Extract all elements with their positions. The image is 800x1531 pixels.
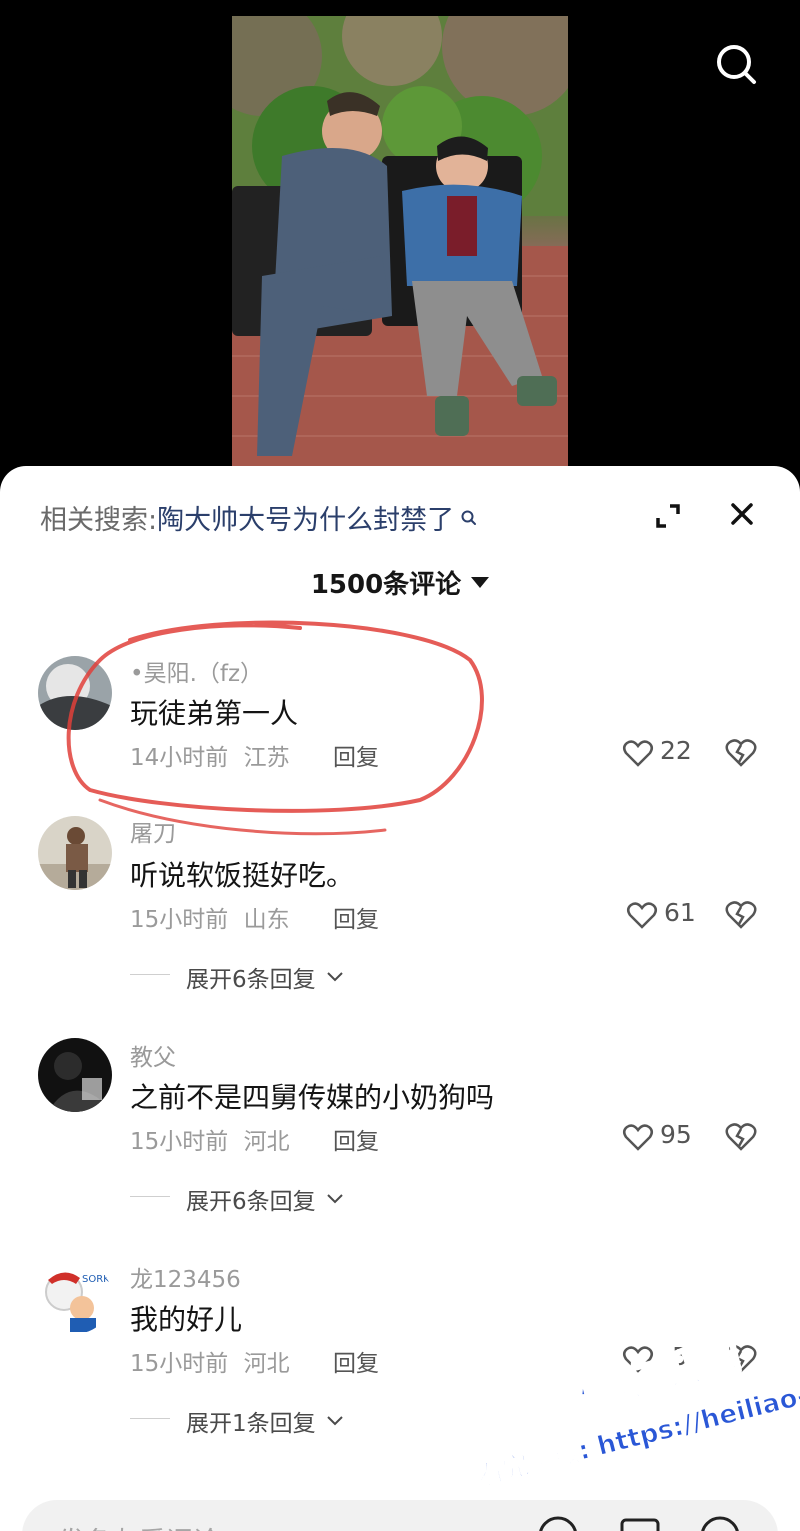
video-player[interactable] [0, 0, 800, 480]
video-frame[interactable] [232, 16, 568, 468]
comment-username[interactable]: 龙123456 [130, 1260, 241, 1294]
expand-replies-label: 展开6条回复 [186, 1189, 316, 1215]
comment-time: 14小时前 [130, 745, 229, 771]
comment-time: 15小时前 [130, 1351, 229, 1377]
comment-region: 河北 [243, 1129, 290, 1155]
comment-region: 山东 [243, 907, 290, 933]
comment-meta: 14小时前 江苏 [130, 738, 290, 772]
comment-item: 屠刀 听说软饭挺好吃。 15小时前 山东 回复 61 展开6条回复 [0, 812, 800, 1002]
avatar[interactable] [38, 1038, 112, 1112]
like-count: 95 [660, 1120, 692, 1149]
reply-button[interactable]: 回复 [333, 1344, 379, 1378]
expand-replies-button[interactable]: 展开6条回复 [186, 1182, 344, 1216]
expand-icon [656, 504, 680, 528]
avatar-image [38, 656, 112, 730]
broken-heart-icon[interactable] [724, 898, 758, 930]
avatar[interactable]: SORK [38, 1260, 112, 1334]
search-button[interactable] [712, 40, 760, 88]
emoji-icon[interactable] [698, 1514, 742, 1531]
heart-icon[interactable] [622, 738, 654, 768]
broken-heart-icon[interactable] [724, 1120, 758, 1152]
comment-text: 之前不是四舅传媒的小奶狗吗 [130, 1081, 495, 1114]
related-search-link[interactable]: 陶大帅大号为什么封禁了 [157, 498, 454, 537]
avatar-image: SORK [38, 1260, 112, 1334]
comment-region: 江苏 [243, 745, 290, 771]
like-count: 22 [660, 736, 692, 765]
comment-count-dropdown[interactable]: 1500条评论 [0, 564, 800, 601]
comment-time: 15小时前 [130, 907, 229, 933]
expand-replies-button[interactable]: 展开6条回复 [186, 960, 344, 994]
comment-username[interactable]: •昊阳.（fz） [130, 654, 263, 688]
chevron-down-icon [326, 972, 343, 982]
fullscreen-button[interactable] [652, 500, 684, 532]
divider [130, 1196, 170, 1197]
avatar-image [38, 1038, 112, 1112]
comment-username[interactable]: 教父 [130, 1038, 176, 1072]
reply-button[interactable]: 回复 [333, 1122, 379, 1156]
heart-icon[interactable] [622, 1122, 654, 1152]
expand-replies-label: 展开6条回复 [186, 967, 316, 993]
comment-meta: 15小时前 河北 [130, 1344, 290, 1378]
small-search-icon [461, 510, 477, 525]
comment-meta: 15小时前 山东 [130, 900, 290, 934]
caret-down-icon [471, 577, 490, 588]
video-still-image [232, 16, 568, 468]
comment-time: 15小时前 [130, 1129, 229, 1155]
broken-heart-icon[interactable] [724, 736, 758, 768]
comment-input-placeholder[interactable]: 发条友爱评论 [58, 1520, 220, 1531]
divider [130, 974, 170, 975]
mention-icon[interactable] [536, 1514, 580, 1531]
comment-count: 1500条评论 [310, 570, 462, 600]
avatar[interactable] [38, 656, 112, 730]
comment-text: 玩徒弟第一人 [130, 697, 299, 730]
like-count: 61 [664, 898, 696, 927]
comment-input-bar[interactable]: 发条友爱评论 [22, 1500, 778, 1531]
search-icon [717, 45, 756, 84]
avatar-image [38, 816, 112, 890]
comment-text: 我的好儿 [130, 1303, 243, 1336]
comment-region: 河北 [243, 1351, 290, 1377]
comment-text: 听说软饭挺好吃。 [130, 859, 355, 892]
avatar[interactable] [38, 816, 112, 890]
divider [130, 1418, 170, 1419]
related-search[interactable]: 相关搜索: 陶大帅大号为什么封禁了 [40, 498, 478, 537]
comment-item: 教父 之前不是四舅传媒的小奶狗吗 15小时前 河北 回复 95 展开6条回复 [0, 1034, 800, 1224]
expand-replies-label: 展开1条回复 [186, 1411, 316, 1437]
related-search-label: 相关搜索: [40, 505, 158, 536]
reply-button[interactable]: 回复 [333, 738, 379, 772]
expand-replies-button[interactable]: 展开1条回复 [186, 1404, 344, 1438]
chevron-down-icon [326, 1416, 343, 1426]
heart-icon[interactable] [626, 900, 658, 930]
comment-item: •昊阳.（fz） 玩徒弟第一人 14小时前 江苏 回复 22 [0, 650, 800, 790]
comment-username[interactable]: 屠刀 [130, 814, 176, 848]
close-button[interactable] [726, 498, 758, 530]
close-icon [731, 503, 753, 525]
reply-button[interactable]: 回复 [333, 900, 379, 934]
svg-text:SORK: SORK [82, 1274, 110, 1285]
image-icon[interactable] [618, 1514, 662, 1531]
chevron-down-icon [326, 1194, 343, 1204]
comment-meta: 15小时前 河北 [130, 1122, 290, 1156]
